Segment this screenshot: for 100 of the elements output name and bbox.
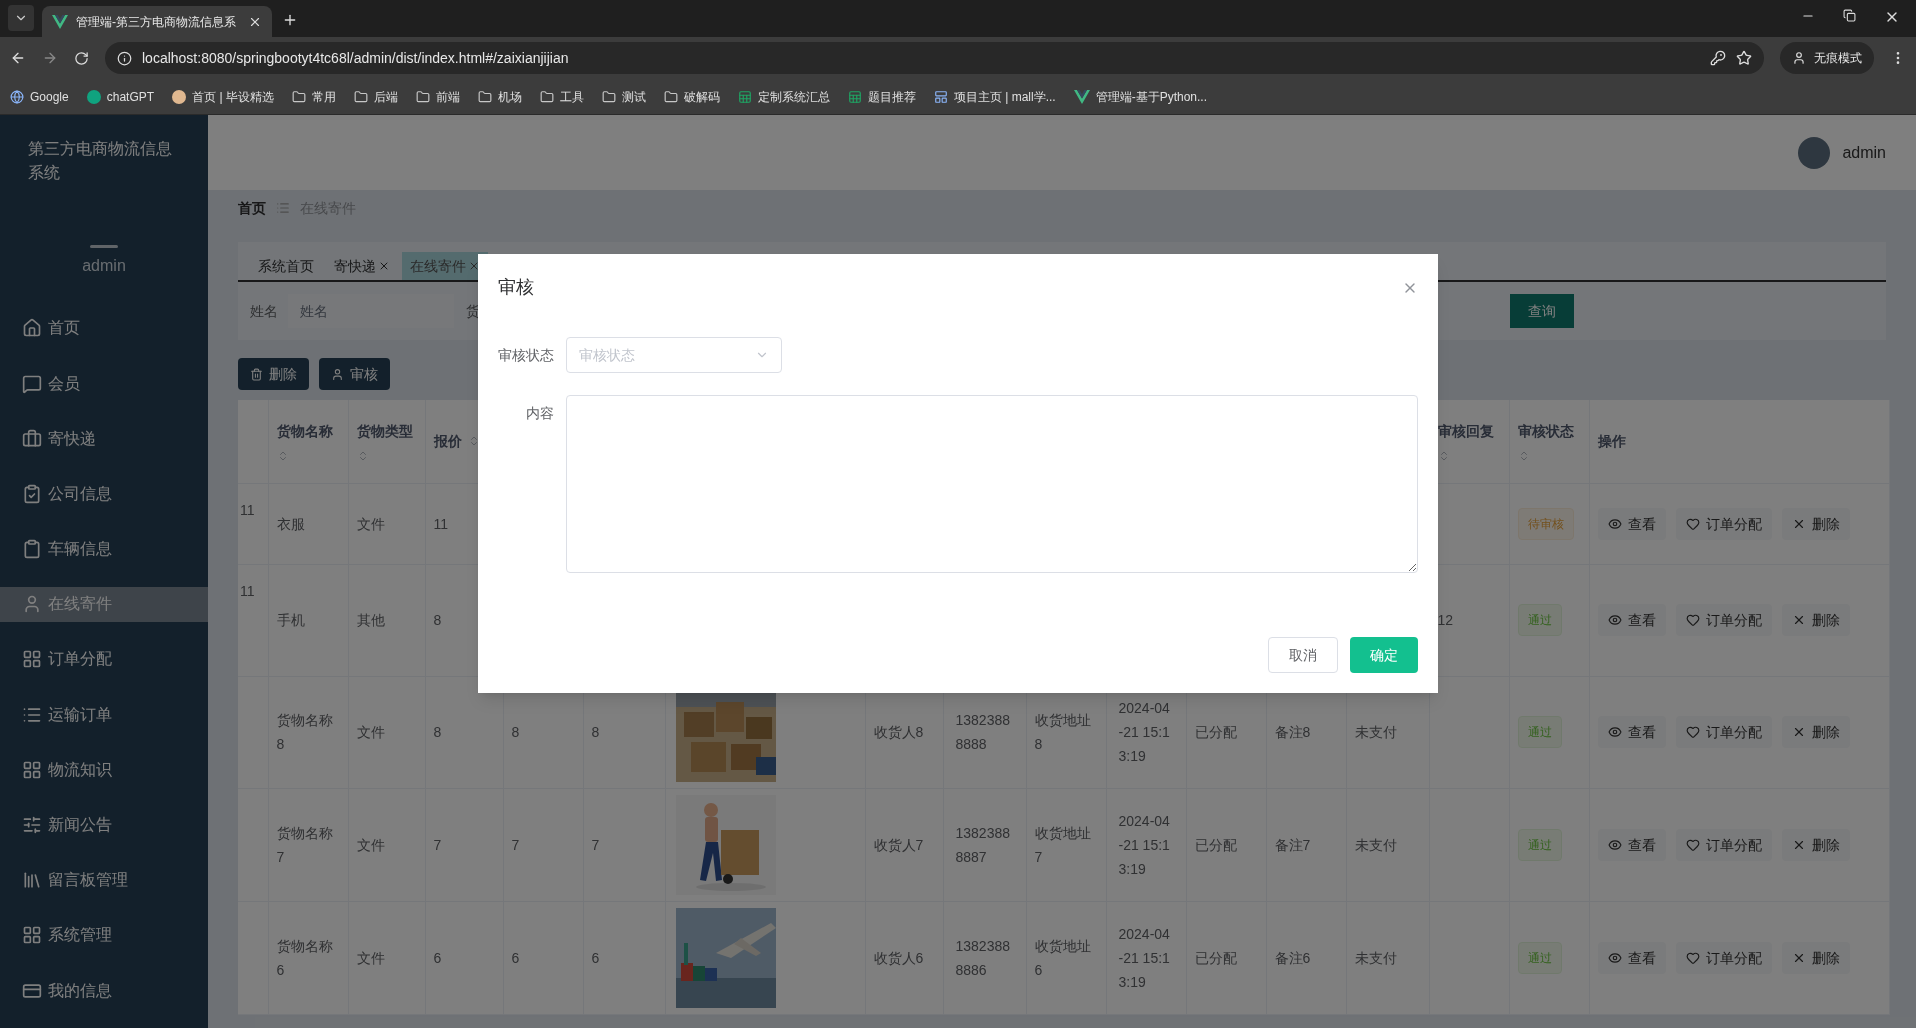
table-cell: 8 (511, 724, 520, 740)
table-cell: 备注6 (1274, 949, 1311, 966)
table-cell: 备注7 (1274, 836, 1311, 853)
sidebar-item[interactable]: 在线寄件 (0, 586, 208, 622)
tab-title: 管理端-第三方电商物流信息系 (76, 13, 237, 31)
bookmark[interactable]: 机场 (477, 87, 522, 106)
reload-icon[interactable] (74, 50, 89, 66)
restore-icon[interactable] (1843, 9, 1856, 22)
bookmark[interactable]: chatGPT (86, 87, 155, 106)
delete-button[interactable]: 删除 (1781, 716, 1850, 748)
view-button[interactable]: 查看 (1597, 604, 1666, 636)
sidebar-item[interactable]: 留言板管理 (0, 862, 208, 898)
field-label: 货 (466, 301, 480, 321)
sidebar-item[interactable]: 首页 (0, 310, 208, 347)
assign-button[interactable]: 订单分配 (1675, 507, 1772, 540)
grid-icon (22, 925, 42, 946)
folder-icon (663, 89, 678, 104)
column-header[interactable]: 操作 (1597, 430, 1626, 452)
search-button[interactable]: 查询 (1510, 294, 1574, 328)
table-cell: 已分配 (1194, 724, 1237, 740)
forward-icon[interactable] (42, 50, 58, 66)
delete-button[interactable]: 删除 (1781, 507, 1850, 540)
bookmark[interactable]: 常用 (291, 87, 336, 106)
delete-button[interactable]: 删除 (1781, 941, 1850, 974)
bookmark[interactable]: 后端 (353, 87, 398, 106)
view-button[interactable]: 查看 (1597, 507, 1666, 540)
delete-button[interactable]: 删除 (1781, 828, 1850, 861)
bookmark[interactable]: 破解码 (663, 87, 720, 106)
table-cell: 11 (240, 501, 255, 518)
back-icon[interactable] (10, 50, 26, 66)
breadcrumb-item[interactable]: 首页 (238, 197, 266, 219)
table-cell: 7 (433, 836, 442, 853)
column-header[interactable]: 报价 (433, 430, 462, 452)
eye-icon (1607, 613, 1622, 627)
sheet-icon (847, 89, 862, 104)
delete-button[interactable]: 删除 (238, 358, 309, 390)
address-bar[interactable]: localhost:8080/springbootyt4tc68l/admin/dist/index.html#/zaixianjijian (105, 42, 1764, 74)
heart-icon (1685, 837, 1700, 852)
view-button[interactable]: 查看 (1597, 828, 1666, 861)
table-cell: 8 (591, 724, 600, 740)
sidebar-item[interactable]: 车辆信息 (0, 531, 208, 567)
page-tab[interactable]: 系统首页 (250, 252, 322, 280)
bookmark[interactable]: 前端 (415, 87, 460, 106)
close-icon[interactable] (468, 260, 480, 272)
browser-tab[interactable]: 管理端-第三方电商物流信息系 (42, 6, 272, 37)
incognito-button[interactable]: 无痕模式 (1780, 42, 1874, 74)
confirm-button[interactable]: 确定 (1350, 637, 1418, 673)
bookmark[interactable]: 工具 (539, 87, 584, 106)
bookmark[interactable]: 测试 (601, 87, 646, 106)
eye-icon (1607, 725, 1622, 739)
sidebar-item[interactable]: 公司信息 (0, 476, 208, 512)
folder-icon (477, 89, 492, 104)
bookmark[interactable]: 首页 | 毕设精选 (172, 87, 274, 106)
page-tab[interactable]: 寄快递 (326, 252, 398, 280)
key-icon[interactable] (1710, 50, 1726, 66)
star-icon[interactable] (1736, 50, 1752, 66)
sidebar-item[interactable]: 订单分配 (0, 641, 208, 678)
column-header[interactable]: 审核状态 (1517, 420, 1574, 442)
content-field[interactable] (566, 395, 1418, 573)
bookmark[interactable]: Google (10, 87, 69, 106)
field-label: 审核状态 (498, 346, 554, 365)
column-header[interactable]: 货物类型 (356, 420, 413, 442)
sidebar-item[interactable]: 运输订单 (0, 697, 208, 733)
table-cell: 6 (591, 949, 600, 966)
review-button[interactable]: 审核 (319, 358, 390, 390)
bookmark[interactable]: 管理端-基于Python... (1073, 87, 1207, 106)
assign-button[interactable]: 订单分配 (1675, 828, 1772, 861)
folder-icon (353, 89, 368, 104)
bookmark[interactable]: 项目主页 | mall学... (933, 87, 1056, 106)
sidebar-item[interactable]: 新闻公告 (0, 807, 208, 843)
tab-list-button[interactable] (8, 5, 34, 31)
clipboard-icon (22, 539, 42, 560)
sidebar-item[interactable]: 寄快递 (0, 421, 208, 457)
bookmark[interactable]: 题目推荐 (847, 87, 916, 106)
view-button[interactable]: 查看 (1597, 716, 1666, 748)
table-cell: 11 (433, 515, 449, 532)
column-header[interactable]: 审核回复 (1437, 420, 1494, 442)
table-cell: 2024-04-21 15:13:19 (1118, 812, 1170, 877)
grid-icon (22, 759, 42, 780)
folder-icon (601, 89, 616, 104)
sidebar-item[interactable]: 我的信息 (0, 972, 208, 1009)
assign-button[interactable]: 订单分配 (1675, 716, 1772, 748)
status-tag: 待审核 (1517, 507, 1574, 540)
cancel-button[interactable]: 取消 (1268, 637, 1338, 673)
system-title: 第三方电商物流信息系统 (27, 139, 173, 183)
eye-icon (1607, 516, 1622, 531)
view-button[interactable]: 查看 (1597, 941, 1666, 974)
new-tab-icon[interactable] (282, 12, 298, 28)
grid-icon (22, 649, 42, 670)
status-tag: 通过 (1517, 941, 1562, 974)
table-cell: 已分配 (1194, 949, 1237, 966)
assign-button[interactable]: 订单分配 (1675, 604, 1772, 636)
sidebar-item[interactable]: 系统管理 (0, 917, 208, 953)
sidebar-item[interactable]: 会员 (0, 366, 208, 402)
assign-button[interactable]: 订单分配 (1675, 941, 1772, 974)
delete-button[interactable]: 删除 (1781, 604, 1850, 636)
bookmark[interactable]: 定制系统汇总 (737, 87, 830, 106)
folder-icon (415, 89, 430, 104)
sidebar-item[interactable]: 物流知识 (0, 752, 208, 788)
column-header[interactable]: 货物名称 (276, 420, 333, 442)
